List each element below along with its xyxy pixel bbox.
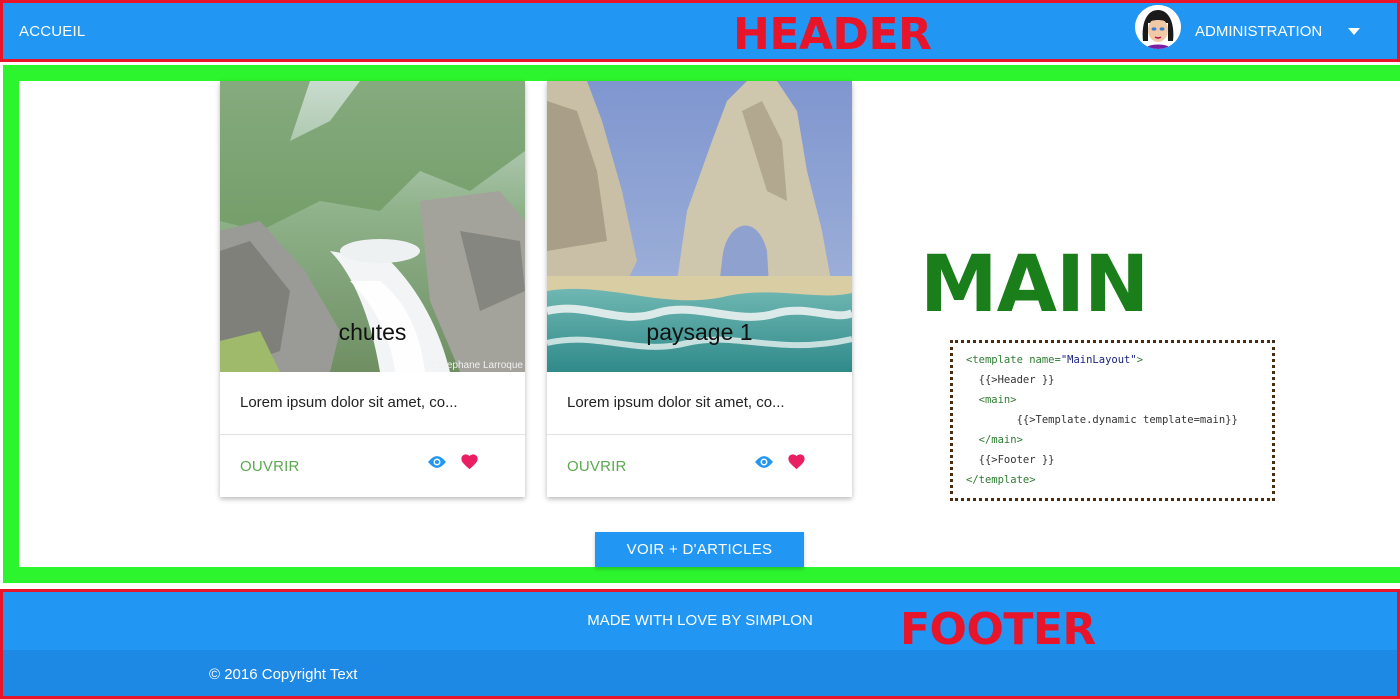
template-code-snippet: <template name="MainLayout"> {{>Header }… bbox=[950, 340, 1275, 501]
card-divider bbox=[220, 434, 525, 435]
article-card: paysage 1 Lorem ipsum dolor sit amet, co… bbox=[547, 81, 852, 497]
nav-home-link[interactable]: ACCUEIL bbox=[19, 23, 85, 40]
heart-icon[interactable] bbox=[460, 453, 479, 470]
card-excerpt: Lorem ipsum dolor sit amet, co... bbox=[240, 394, 458, 411]
article-card: chutes ©Stephane Larroque Lorem ipsum do… bbox=[220, 81, 525, 497]
card-open-link[interactable]: OUVRIR bbox=[567, 458, 627, 475]
card-image[interactable]: paysage 1 bbox=[547, 81, 852, 372]
avatar[interactable] bbox=[1135, 5, 1181, 49]
code-line: {{>Header }} bbox=[966, 374, 1055, 386]
image-credit: ©Stephane Larroque bbox=[430, 360, 523, 371]
code-token: name= bbox=[1029, 354, 1061, 366]
card-image[interactable]: chutes ©Stephane Larroque bbox=[220, 81, 525, 372]
heart-icon[interactable] bbox=[787, 453, 806, 470]
eye-icon[interactable] bbox=[427, 455, 447, 469]
admin-dropdown-label: ADMINISTRATION bbox=[1195, 23, 1323, 40]
chevron-down-icon bbox=[1348, 28, 1361, 35]
footer-tagline: MADE WITH LOVE BY SIMPLON bbox=[587, 612, 813, 629]
code-line: {{>Template.dynamic template=main}} bbox=[966, 414, 1238, 426]
card-excerpt: Lorem ipsum dolor sit amet, co... bbox=[567, 394, 785, 411]
code-line: <template name="MainLayout"> bbox=[966, 350, 1272, 370]
header-overlay-label: HEADER bbox=[733, 9, 932, 60]
code-token: "MainLayout" bbox=[1060, 354, 1137, 366]
card-divider bbox=[547, 434, 852, 435]
card-title: paysage 1 bbox=[646, 319, 753, 345]
card-title: chutes bbox=[338, 319, 407, 345]
main-overlay-label: MAIN bbox=[920, 240, 1149, 330]
card-open-link[interactable]: OUVRIR bbox=[240, 458, 300, 475]
code-line: </template> bbox=[966, 474, 1036, 486]
footer: MADE WITH LOVE BY SIMPLON © 2016 Copyrig… bbox=[0, 589, 1400, 699]
code-line: </main> bbox=[966, 434, 1023, 446]
eye-icon[interactable] bbox=[754, 455, 774, 469]
code-line: <main> bbox=[966, 394, 1017, 406]
admin-dropdown[interactable]: ADMINISTRATION bbox=[1195, 23, 1361, 40]
more-articles-button[interactable]: VOIR + D'ARTICLES bbox=[595, 532, 804, 567]
code-token: > bbox=[1136, 354, 1144, 366]
footer-overlay-label: FOOTER bbox=[900, 604, 1096, 655]
avatar-image bbox=[1136, 5, 1180, 49]
code-line: {{>Footer }} bbox=[966, 454, 1055, 466]
footer-copyright: © 2016 Copyright Text bbox=[209, 666, 358, 683]
code-token: <template bbox=[966, 354, 1030, 366]
header: ACCUEIL HEADER ADMINISTRATION bbox=[0, 0, 1400, 62]
